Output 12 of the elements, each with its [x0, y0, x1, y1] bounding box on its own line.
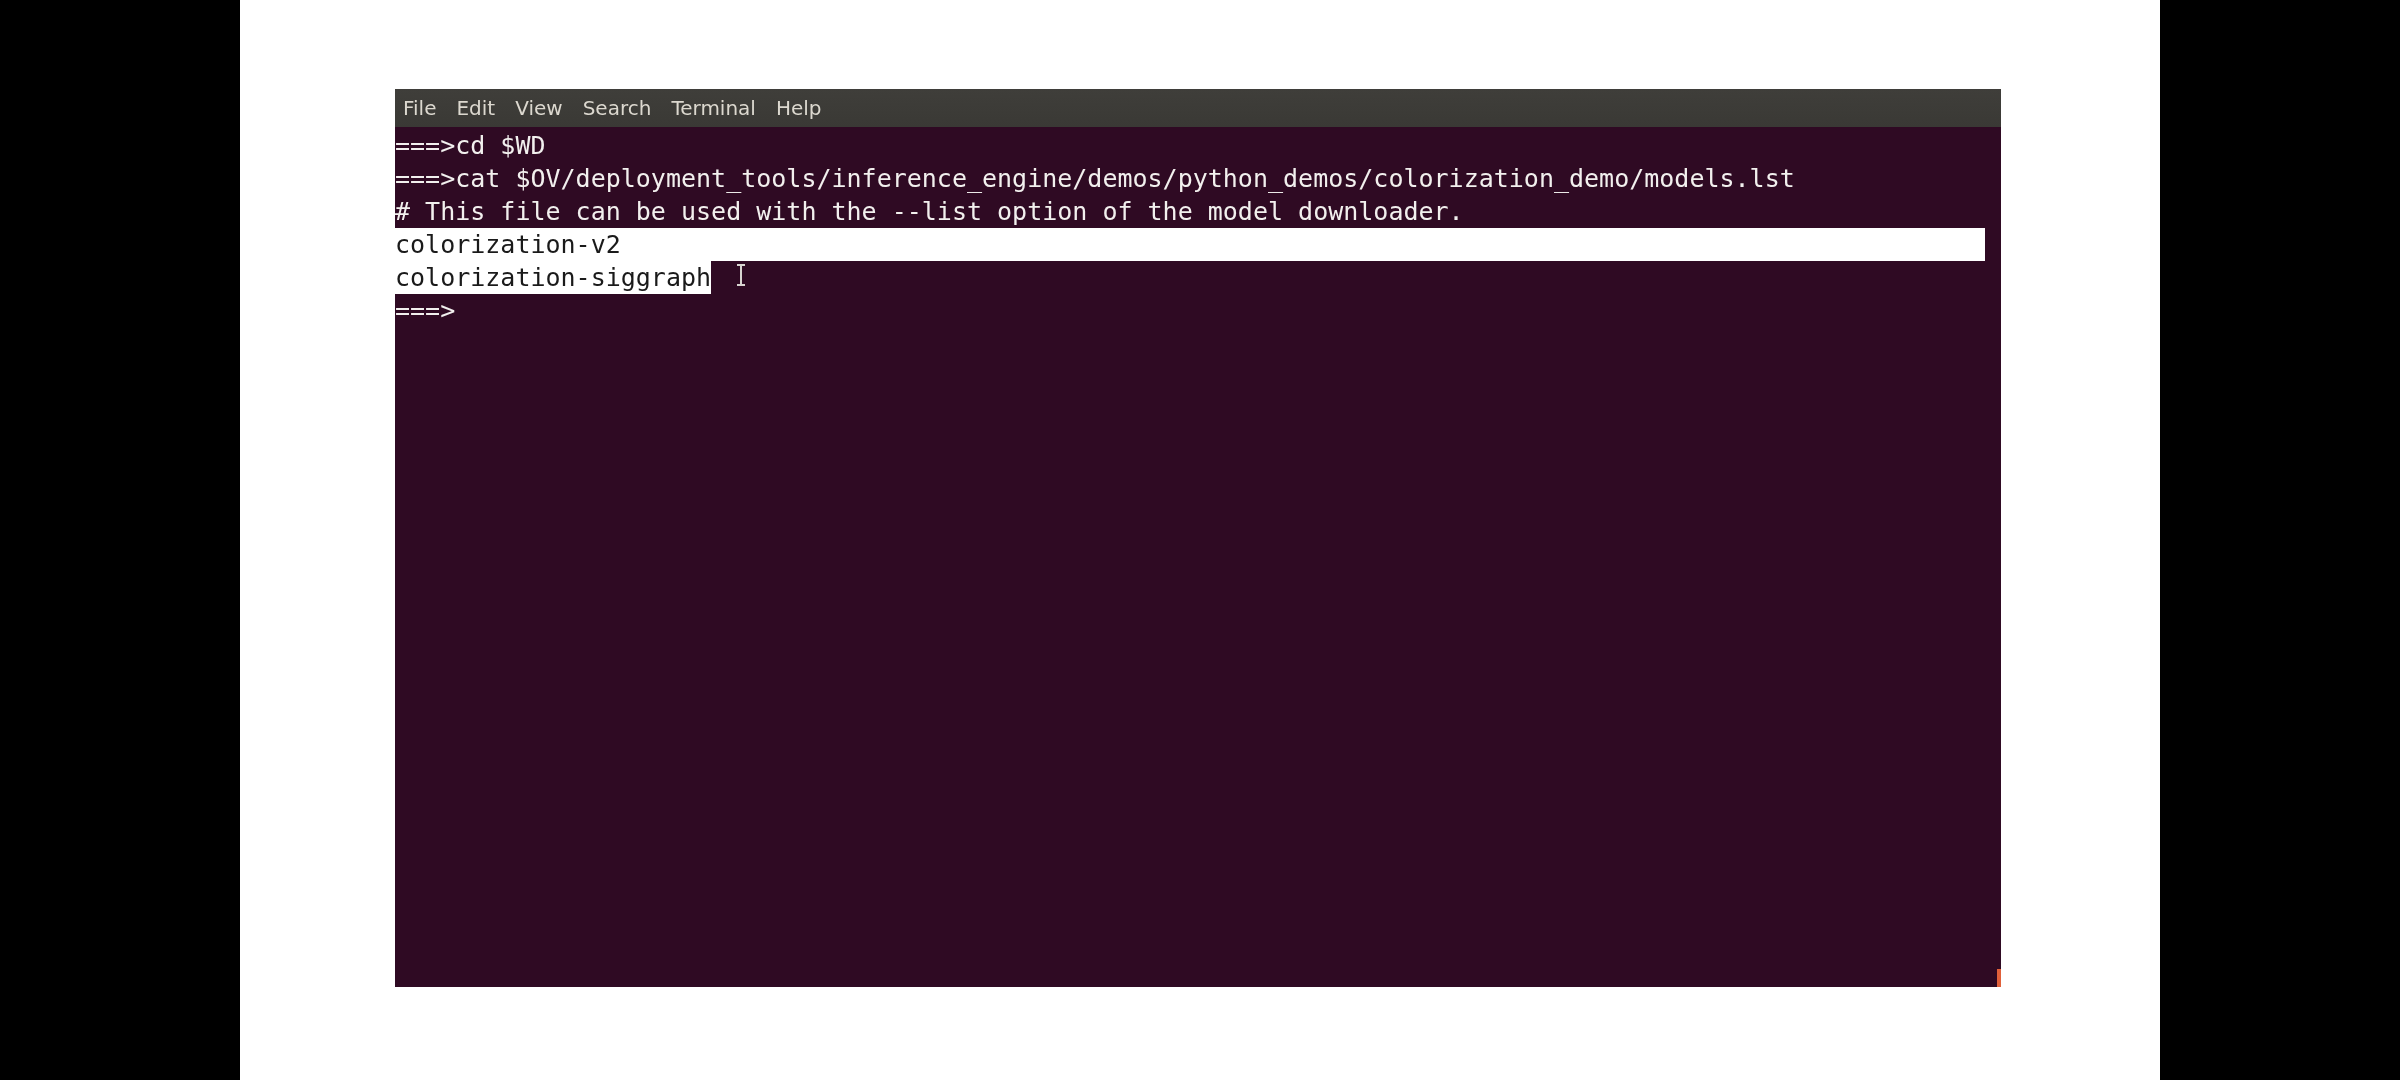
menu-item[interactable]: View [515, 95, 563, 121]
text-cursor-icon [735, 264, 747, 286]
terminal-line: # This file can be used with the --list option of the model downloader. [395, 196, 1464, 228]
corner-tab-icon [1997, 969, 2001, 987]
menu-item[interactable]: File [403, 95, 437, 121]
terminal-line: ===> [395, 295, 456, 327]
menu-item[interactable]: Search [582, 95, 652, 121]
menu-item[interactable]: Edit [456, 95, 496, 121]
menu-item[interactable]: Terminal [671, 95, 756, 121]
menu-item[interactable]: Help [775, 95, 822, 121]
terminal-line: ===>cd $WD [395, 130, 546, 162]
terminal-line: ===>cat $OV/deployment_tools/inference_engine/demos/python_demos/colorization_demo/models.lst [395, 163, 1795, 195]
